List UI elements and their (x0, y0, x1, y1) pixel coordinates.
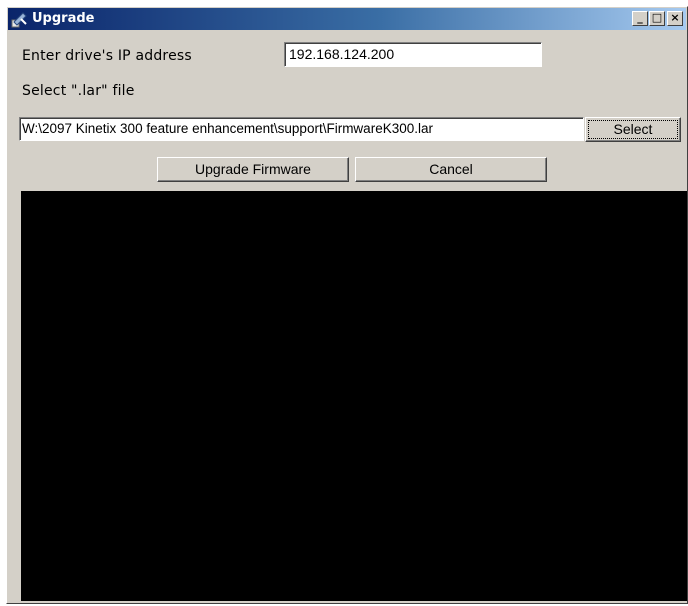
select-file-button[interactable]: Select (585, 117, 681, 142)
ip-address-label: Enter drive's IP address (22, 48, 192, 64)
ip-address-input[interactable]: 192.168.124.200 (284, 42, 542, 67)
cancel-button[interactable]: Cancel (355, 157, 547, 182)
close-icon: × (670, 11, 680, 24)
window-title: Upgrade (32, 11, 95, 26)
title-bar[interactable]: Upgrade _ □ × (8, 8, 686, 30)
minimize-button[interactable]: _ (632, 11, 648, 26)
minimize-icon: _ (637, 11, 643, 24)
maximize-button[interactable]: □ (649, 11, 665, 26)
output-console[interactable] (21, 191, 687, 601)
file-path-input[interactable]: W:\2097 Kinetix 300 feature enhancement\… (19, 117, 584, 141)
upgrade-window: Upgrade _ □ × Enter drive's IP address 1… (6, 6, 688, 604)
file-select-label: Select ".lar" file (22, 83, 135, 99)
app-icon (11, 12, 27, 28)
upgrade-firmware-button[interactable]: Upgrade Firmware (157, 157, 349, 182)
close-button[interactable]: × (667, 11, 683, 26)
maximize-icon: □ (651, 11, 663, 24)
